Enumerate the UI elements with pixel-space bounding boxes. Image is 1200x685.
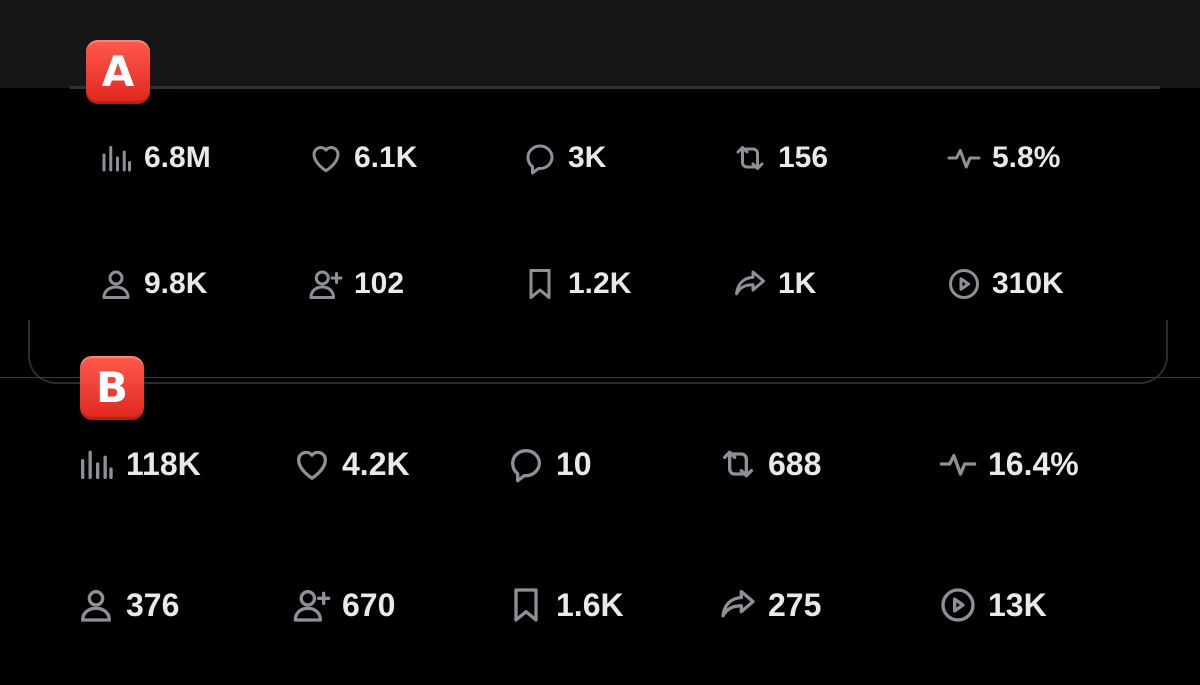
stat-video-views[interactable]: 310K [944, 260, 1064, 308]
share-icon [730, 264, 770, 304]
stat-value: 156 [778, 141, 829, 174]
bookmark-icon [520, 264, 560, 304]
stat-engagement-rate[interactable]: 16.4% [936, 440, 1079, 488]
stat-value: 1K [778, 267, 817, 300]
stat-value: 102 [354, 267, 405, 300]
heart-icon [306, 138, 346, 178]
bookmark-icon [504, 583, 548, 627]
section-a-card-edge [28, 320, 1168, 384]
repost-icon [730, 138, 770, 178]
stat-value: 310K [992, 267, 1064, 300]
stat-value: 9.8K [144, 267, 208, 300]
section-a-divider [70, 86, 1160, 89]
stat-profile-visits[interactable]: 9.8K [96, 260, 207, 308]
stat-value: 6.1K [354, 141, 418, 174]
stat-engagement-rate[interactable]: 5.8% [944, 134, 1060, 182]
stat-bookmarks[interactable]: 1.2K [520, 260, 631, 308]
stat-views[interactable]: 118K [74, 440, 201, 488]
stat-value: 688 [768, 445, 822, 482]
heart-icon [290, 442, 334, 486]
stat-value: 5.8% [992, 141, 1061, 174]
stat-value: 16.4% [988, 445, 1079, 482]
follow-icon [306, 264, 346, 304]
section-a-badge: A [86, 40, 150, 104]
stat-replies[interactable]: 3K [520, 134, 606, 182]
views-icon [96, 138, 136, 178]
stat-shares[interactable]: 275 [716, 581, 821, 629]
stat-value: 10 [556, 445, 592, 482]
stat-value: 3K [568, 141, 607, 174]
stat-value: 1.6K [556, 586, 624, 623]
stat-value: 1.2K [568, 267, 632, 300]
stat-views[interactable]: 6.8M [96, 134, 211, 182]
stat-follows[interactable]: 670 [290, 581, 395, 629]
stat-value: 376 [126, 586, 180, 623]
section-b-divider [0, 377, 1200, 378]
engagement-rate-icon [944, 138, 984, 178]
video-play-icon [944, 264, 984, 304]
stat-value: 118K [126, 445, 201, 482]
follow-icon [290, 583, 334, 627]
stat-reposts[interactable]: 156 [730, 134, 828, 182]
stat-reposts[interactable]: 688 [716, 440, 821, 488]
stat-likes[interactable]: 6.1K [306, 134, 417, 182]
top-strip [0, 0, 1200, 88]
reply-icon [504, 442, 548, 486]
profile-icon [96, 264, 136, 304]
share-icon [716, 583, 760, 627]
stat-bookmarks[interactable]: 1.6K [504, 581, 624, 629]
section-b-badge: B [80, 356, 144, 420]
stat-value: 6.8M [144, 141, 211, 174]
engagement-rate-icon [936, 442, 980, 486]
video-play-icon [936, 583, 980, 627]
views-icon [74, 442, 118, 486]
stat-value: 275 [768, 586, 822, 623]
stat-value: 13K [988, 586, 1047, 623]
profile-icon [74, 583, 118, 627]
repost-icon [716, 442, 760, 486]
stat-follows[interactable]: 102 [306, 260, 404, 308]
stat-replies[interactable]: 10 [504, 440, 592, 488]
stat-likes[interactable]: 4.2K [290, 440, 410, 488]
reply-icon [520, 138, 560, 178]
stat-shares[interactable]: 1K [730, 260, 816, 308]
stat-value: 4.2K [342, 445, 410, 482]
stat-profile-visits[interactable]: 376 [74, 581, 179, 629]
stat-video-views[interactable]: 13K [936, 581, 1047, 629]
stat-value: 670 [342, 586, 396, 623]
